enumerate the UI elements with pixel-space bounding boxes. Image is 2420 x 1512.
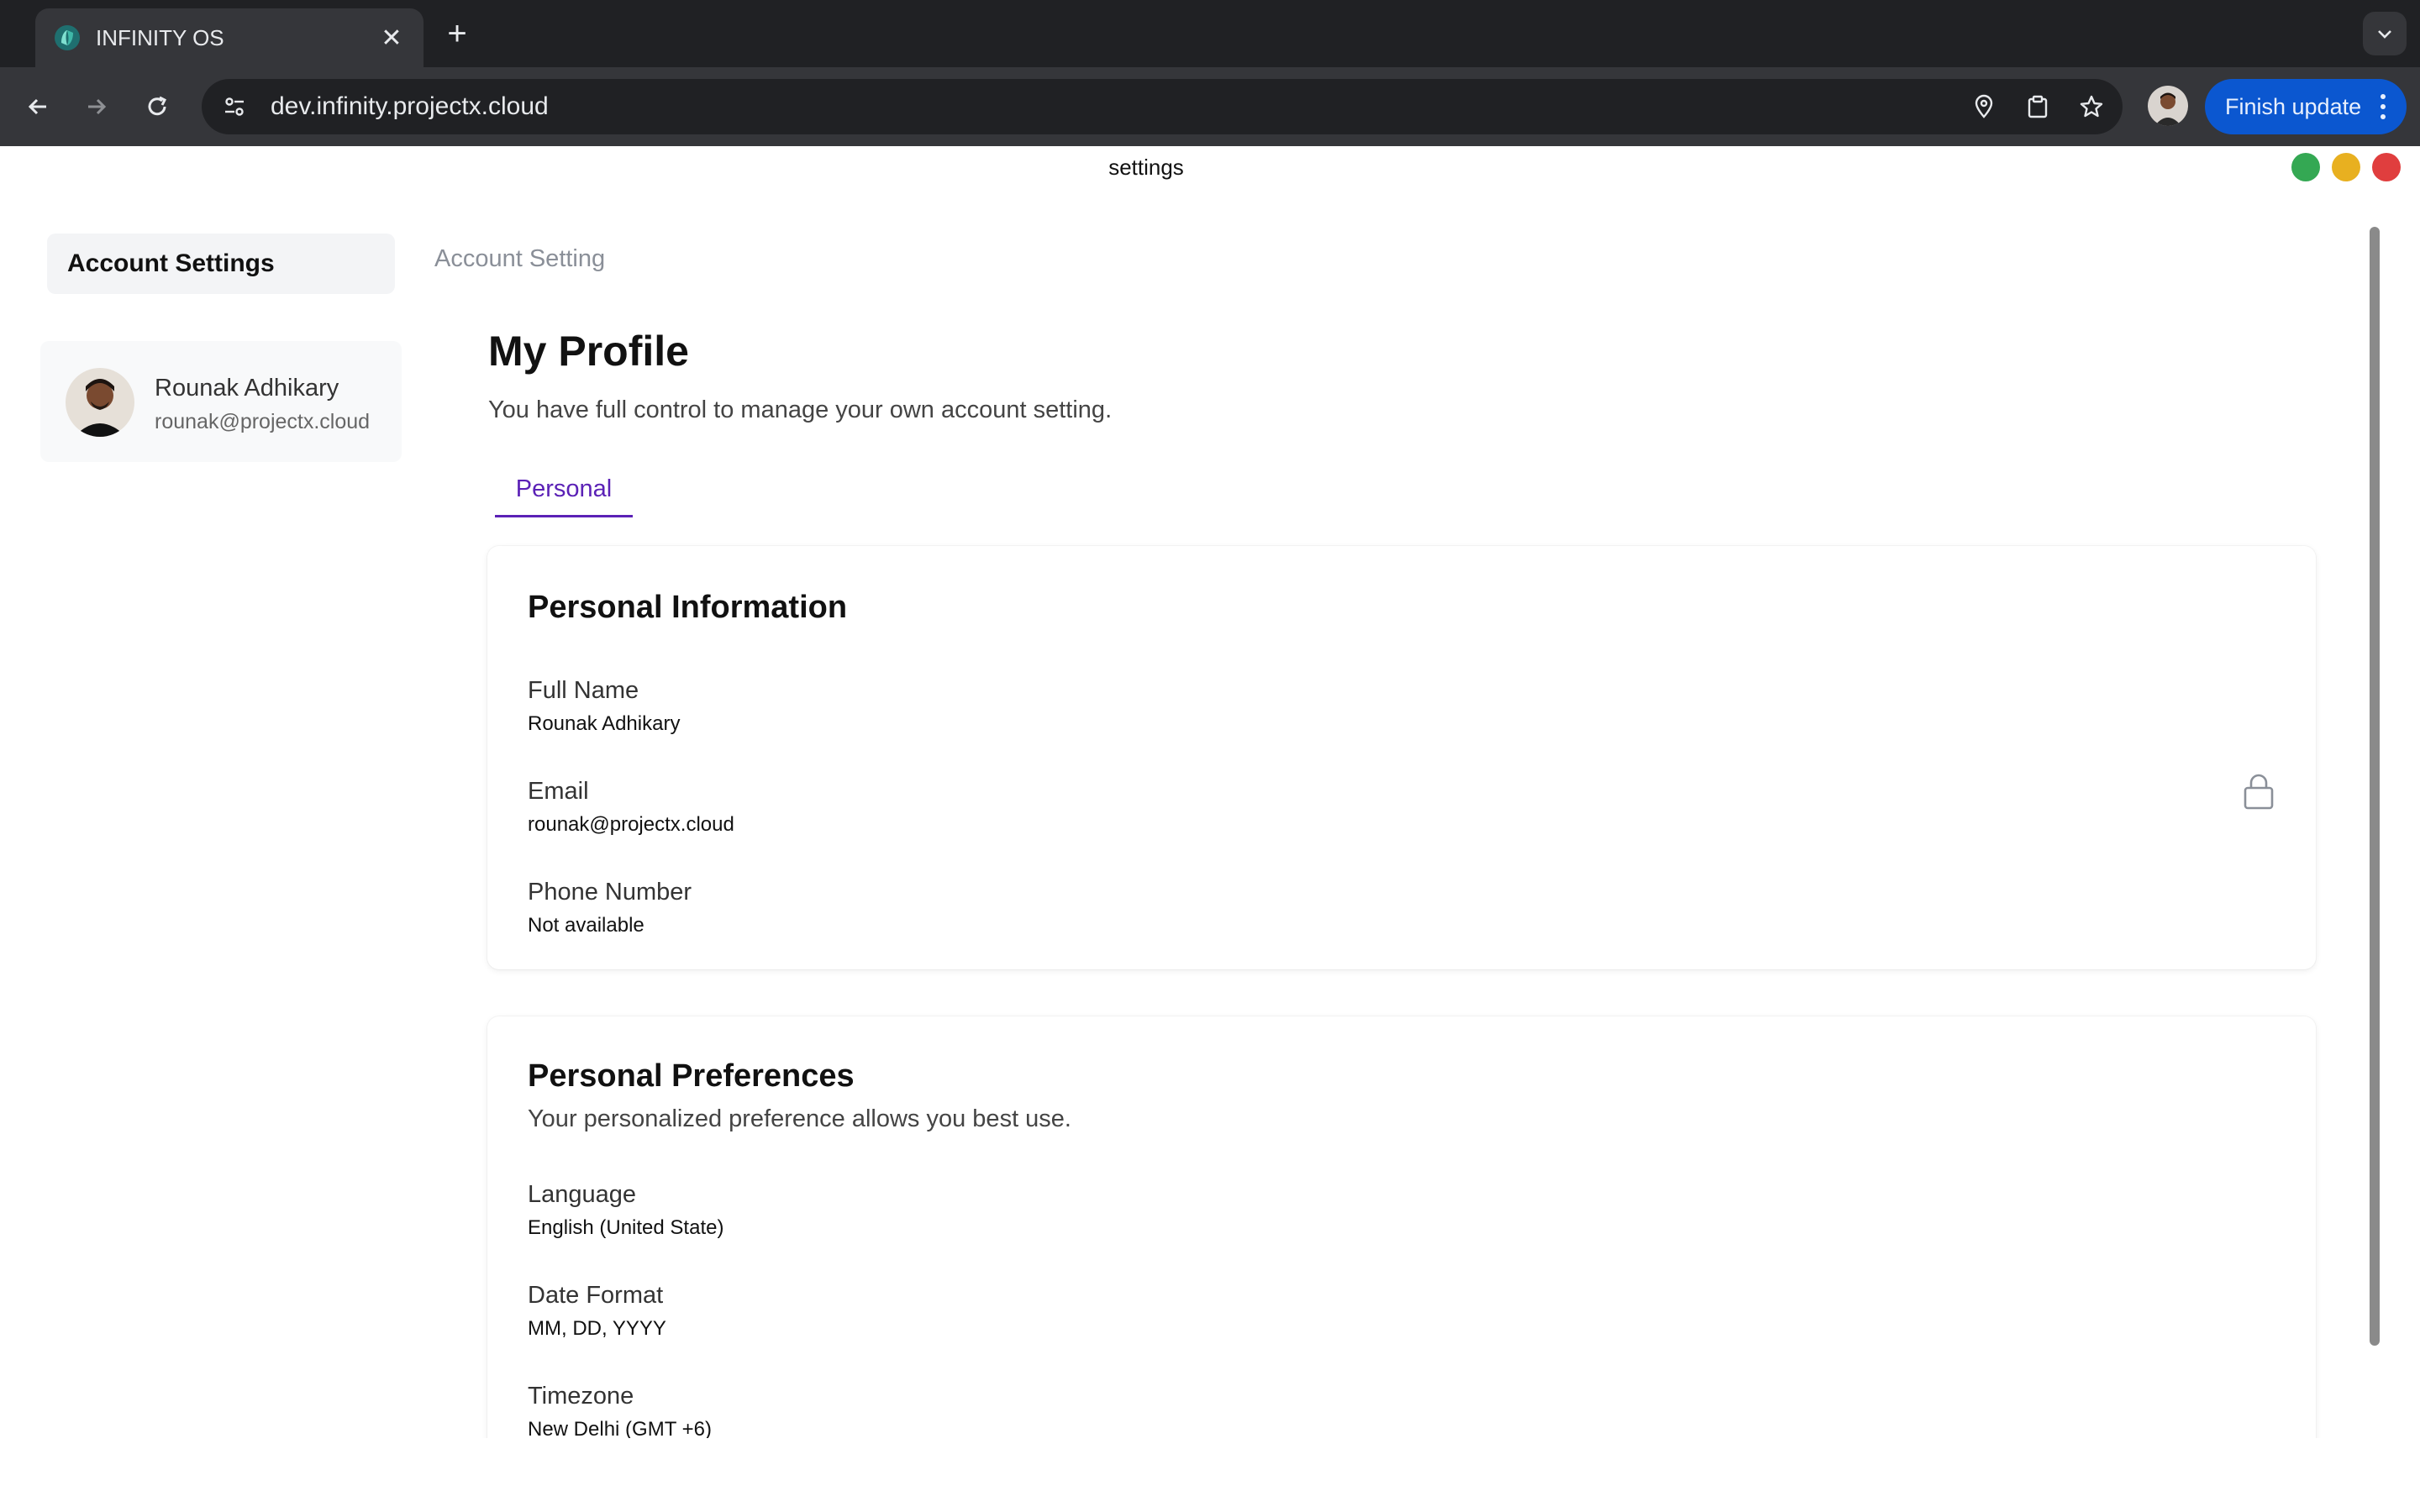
breadcrumb: Account Setting — [434, 245, 606, 272]
arrow-right-icon — [88, 98, 107, 115]
close-tab-icon[interactable]: ✕ — [378, 24, 405, 53]
close-window-button[interactable] — [2372, 153, 2401, 181]
settings-window: settings Account Settings Rounak Adhikar… — [0, 146, 2420, 1512]
tab-title: INFINITY OS — [96, 24, 224, 50]
chevron-down-icon — [2378, 30, 2391, 39]
user-profile-card[interactable]: Rounak Adhikary rounak@projectx.cloud — [40, 341, 402, 462]
maximize-button[interactable] — [2291, 153, 2320, 181]
clipboard-icon[interactable] — [2015, 84, 2060, 129]
location-icon[interactable] — [1961, 84, 2007, 129]
page-title: My Profile — [488, 328, 689, 375]
browser-toolbar: dev.infinity.projectx.cloud Finish updat… — [0, 67, 2420, 146]
back-button[interactable] — [17, 86, 59, 128]
field-label-email: Email — [528, 778, 589, 805]
field-value-date-format: MM, DD, YYYY — [528, 1317, 666, 1340]
lock-icon — [2244, 774, 2274, 810]
bottom-edge — [0, 1438, 2420, 1512]
field-label-full-name: Full Name — [528, 677, 639, 704]
finish-update-button[interactable]: Finish update — [2205, 79, 2407, 134]
tab-search-button[interactable] — [2363, 12, 2407, 55]
reload-button[interactable] — [136, 86, 178, 128]
card-title: Personal Information — [528, 590, 848, 625]
minimize-button[interactable] — [2332, 153, 2360, 181]
field-value-language: English (United State) — [528, 1216, 724, 1239]
browser-profile-avatar[interactable] — [2148, 86, 2188, 126]
finish-update-label: Finish update — [2225, 93, 2362, 119]
site-info-icon[interactable] — [213, 86, 255, 128]
user-email: rounak@projectx.cloud — [155, 410, 371, 433]
page-subtitle: You have full control to manage your own… — [488, 396, 1113, 423]
field-label-date-format: Date Format — [528, 1282, 664, 1309]
personal-information-card: Personal Information Full Name Rounak Ad… — [487, 546, 2316, 969]
field-label-language: Language — [528, 1181, 637, 1208]
user-name: Rounak Adhikary — [155, 375, 339, 402]
field-value-phone-number: Not available — [528, 914, 644, 937]
card-subtitle: Your personalized preference allows you … — [528, 1105, 1071, 1132]
field-label-phone-number: Phone Number — [528, 879, 692, 906]
field-value-email: rounak@projectx.cloud — [528, 813, 734, 836]
infinity-logo-icon — [54, 24, 81, 51]
sidebar-item-account-settings[interactable]: Account Settings — [47, 234, 395, 294]
bookmark-star-icon[interactable] — [2069, 84, 2114, 129]
arrow-left-icon — [28, 98, 46, 115]
card-title: Personal Preferences — [528, 1058, 855, 1094]
address-bar[interactable]: dev.infinity.projectx.cloud — [202, 79, 2123, 134]
window-title: settings — [1108, 155, 1184, 180]
field-label-timezone: Timezone — [528, 1383, 634, 1410]
tab-personal[interactable]: Personal — [495, 474, 633, 517]
reload-icon — [148, 96, 167, 116]
browser-tab[interactable]: INFINITY OS ✕ — [35, 8, 424, 67]
more-options-icon — [2381, 94, 2386, 119]
browser-tab-strip: INFINITY OS ✕ + — [0, 0, 2420, 67]
field-value-full-name: Rounak Adhikary — [528, 712, 681, 735]
url-text: dev.infinity.projectx.cloud — [271, 92, 549, 120]
new-tab-icon[interactable]: + — [439, 15, 476, 52]
forward-button[interactable] — [76, 86, 118, 128]
scrollbar-thumb[interactable] — [2370, 227, 2380, 1346]
avatar — [66, 368, 134, 437]
